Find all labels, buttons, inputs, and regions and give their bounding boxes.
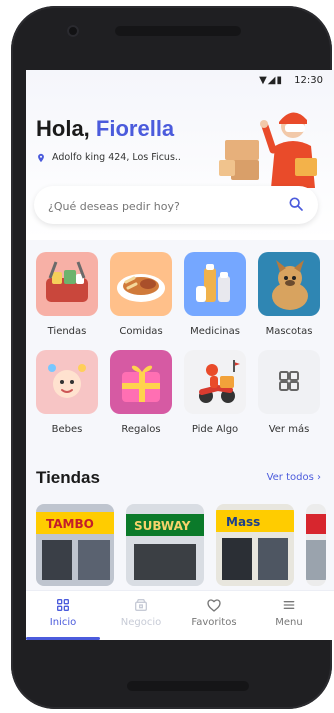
category-label-ver-mas: Ver más	[268, 424, 310, 435]
delivery-scooter-icon	[199, 360, 240, 403]
category-label-medicinas: Medicinas	[190, 326, 240, 337]
heart-icon	[207, 599, 221, 612]
store-basket-icon	[46, 261, 88, 302]
subway-store-icon: SUBWAY	[126, 504, 204, 586]
see-all-text: Ver todos	[266, 472, 314, 483]
search-bar[interactable]	[34, 186, 318, 224]
nav-label-menu: Menu	[275, 617, 303, 628]
chevron-right-icon: ›	[317, 472, 321, 483]
nav-item-inicio[interactable]: Inicio	[28, 597, 98, 628]
baby-icon	[48, 364, 86, 398]
nav-item-favoritos[interactable]: Favoritos	[179, 597, 249, 628]
nav-item-negocio[interactable]: Negocio	[106, 597, 176, 628]
home-grid-icon	[57, 599, 69, 611]
category-tile-comidas[interactable]	[110, 252, 172, 316]
stores-carousel[interactable]: TAMBO SUBWAY Mass	[36, 504, 334, 594]
earpiece-speaker	[115, 26, 241, 36]
greeting-title: Hola, Fiorella	[36, 116, 174, 142]
phone-chin	[127, 681, 249, 691]
category-tile-pide-algo[interactable]	[184, 350, 246, 414]
category-label-bebes: Bebes	[51, 424, 83, 435]
user-name: Fiorella	[95, 116, 175, 141]
location-pin-icon	[38, 153, 44, 162]
store-card-mass[interactable]: Mass	[216, 504, 294, 586]
category-tile-bebes[interactable]	[36, 350, 98, 414]
nav-item-menu[interactable]: Menu	[254, 597, 324, 628]
category-tile-medicinas[interactable]	[184, 252, 246, 316]
category-label-mascotas: Mascotas	[265, 326, 313, 337]
subway-logo-text: SUBWAY	[134, 519, 191, 533]
store-card-tambo[interactable]: TAMBO	[36, 504, 114, 586]
status-time: 12:30	[294, 75, 323, 86]
greeting-text: Hola,	[36, 116, 90, 141]
mass-store-icon: Mass	[216, 504, 294, 586]
business-icon	[135, 599, 147, 611]
category-label-regalos: Regalos	[121, 424, 161, 435]
store-card-subway[interactable]: SUBWAY	[126, 504, 204, 586]
bottom-navigation: Inicio Negocio Favoritos Menu	[26, 590, 334, 640]
search-icon[interactable]	[288, 196, 304, 212]
search-input[interactable]	[46, 194, 280, 218]
see-all-link[interactable]: Ver todos ›	[267, 472, 321, 483]
category-label-pide-algo: Pide Algo	[191, 424, 239, 435]
app-screen: ▼◢▮ 12:30 Hola, Fiorella Adolfo king 424…	[26, 70, 334, 640]
active-tab-indicator	[26, 637, 100, 640]
category-label-tiendas: Tiendas	[47, 326, 87, 337]
delivery-person-illustration	[219, 112, 317, 188]
category-label-comidas: Comidas	[119, 326, 163, 337]
stores-section-title: Tiendas	[36, 468, 100, 487]
delivery-address[interactable]: Adolfo king 424, Los Ficus..	[36, 152, 181, 163]
grid-icon	[279, 371, 299, 391]
category-tile-mascotas[interactable]	[258, 252, 320, 316]
medicine-bottles-icon	[196, 264, 230, 302]
address-text: Adolfo king 424, Los Ficus..	[52, 152, 181, 163]
menu-icon	[283, 601, 295, 609]
dog-icon	[272, 260, 308, 310]
nav-label-inicio: Inicio	[49, 617, 77, 628]
tambo-logo-text: TAMBO	[46, 517, 94, 531]
nav-label-negocio: Negocio	[120, 617, 162, 628]
mass-logo-text: Mass	[226, 515, 260, 529]
nav-label-favoritos: Favoritos	[191, 617, 237, 628]
status-icons: ▼◢▮	[259, 75, 283, 86]
front-camera	[67, 25, 79, 37]
food-plate-icon	[117, 274, 165, 302]
store-card-partial[interactable]	[306, 504, 326, 586]
gift-icon	[122, 365, 160, 402]
tambo-store-icon: TAMBO	[36, 504, 114, 586]
category-tile-ver-mas[interactable]	[258, 350, 320, 414]
category-tile-regalos[interactable]	[110, 350, 172, 414]
status-bar: ▼◢▮ 12:30	[26, 74, 334, 90]
category-tile-tiendas[interactable]	[36, 252, 98, 316]
store-partial-icon	[306, 504, 326, 586]
